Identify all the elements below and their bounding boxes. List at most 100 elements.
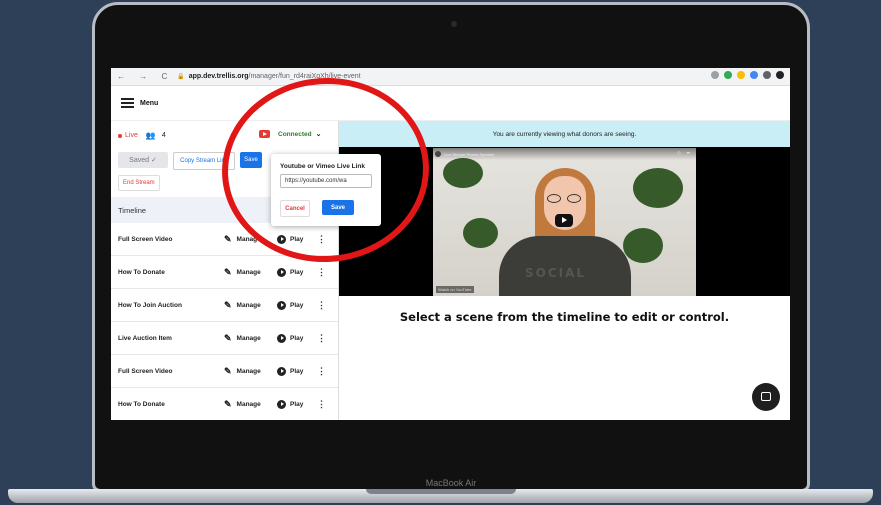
address-bar[interactable]: app.dev.trellis.org/manager/fun_rd4raiXg… [189,73,361,80]
play-icon [277,333,286,343]
browser-extensions [711,71,784,79]
timeline-row[interactable]: How To Donate ✎ Manage Play ⋮ [111,388,338,420]
channel-avatar [435,151,441,157]
plant-decor [463,218,498,248]
extension-icon[interactable] [724,71,732,79]
stream-buttons: Saved ✓ Copy Stream Link Save [118,152,262,170]
youtube-icon [259,130,270,138]
saved-button[interactable]: Saved ✓ [118,152,168,168]
end-stream-button[interactable]: End Stream [118,175,160,191]
timeline-row[interactable]: Full Screen Video ✎ Manage Play ⋮ [111,223,338,256]
donor-view-banner: You are currently viewing what donors ar… [339,121,790,147]
speaker-glasses [547,194,583,203]
timeline-row[interactable]: Full Screen Video ✎ Manage Play ⋮ [111,355,338,388]
live-link-input[interactable]: https://youtube.com/wa [280,174,372,188]
popup-save-button[interactable]: Save [322,200,354,215]
app-header: Menu [111,86,790,121]
play-label: Play [290,235,304,243]
timeline-row[interactable]: Live Auction Item ✎ Manage Play ⋮ [111,322,338,355]
play-button[interactable]: Play [277,333,304,343]
play-icon [277,234,286,244]
more-options-icon[interactable]: ⋮ [317,234,326,245]
manage-label: Manage [236,235,261,243]
more-options-icon[interactable]: ⋮ [317,267,326,278]
chat-icon[interactable] [752,383,780,411]
star-icon[interactable] [711,71,719,79]
connection-status: Connected [278,130,312,138]
video-player[interactable]: SOCIAL Live Stream Promo Speaker ◷ ➦ Wat… [433,148,696,296]
hamburger-icon[interactable] [121,98,134,108]
puzzle-icon[interactable] [763,71,771,79]
watch-on-youtube[interactable]: Watch on YouTube [436,286,474,293]
people-icon: 👥 [145,131,156,140]
copy-stream-link-button[interactable]: Copy Stream Link [173,152,235,170]
app-screen: ← → C 🔒 app.dev.trellis.org/manager/fun_… [111,68,790,420]
manage-button[interactable]: ✎ Manage [224,333,261,344]
play-icon [277,366,286,376]
play-button[interactable]: Play [277,366,304,376]
extension-icon[interactable] [737,71,745,79]
extension-icon[interactable] [750,71,758,79]
play-icon [277,399,286,409]
play-label: Play [290,268,304,276]
pencil-icon: ✎ [224,332,232,343]
manage-button[interactable]: ✎ Manage [224,300,261,311]
scene-name: Live Auction Item [118,334,172,342]
manage-button[interactable]: ✎ Manage [224,267,261,278]
play-label: Play [290,367,304,375]
more-options-icon[interactable]: ⋮ [317,333,326,344]
play-button[interactable]: Play [277,300,303,310]
play-button[interactable]: Play [277,267,304,277]
video-title-text: Live Stream Promo Speaker [444,151,495,157]
scene-name: How To Donate [118,268,165,276]
manage-button[interactable]: ✎ Manage [224,366,261,377]
clock-icon[interactable]: ◷ [677,150,681,155]
play-icon [277,300,286,310]
timeline-row[interactable]: How To Join Auction ✎ Manage Play ⋮ [111,289,338,322]
popup-title: Youtube or Vimeo Live Link [280,163,365,170]
url-domain: app.dev.trellis.org [188,73,249,80]
more-options-icon[interactable]: ⋮ [317,399,326,410]
more-options-icon[interactable]: ⋮ [317,300,326,311]
manage-button[interactable]: ✎ Manage [224,399,261,410]
video-title: Live Stream Promo Speaker [435,151,494,157]
plant-decor [633,168,683,208]
live-status: Live 👥 4 [118,131,166,140]
manage-label: Manage [236,400,261,408]
play-icon [277,267,286,277]
browser-toolbar: ← → C 🔒 app.dev.trellis.org/manager/fun_… [111,68,790,86]
play-icon[interactable] [555,214,573,227]
avatar[interactable] [776,71,784,79]
chevron-down-icon: ⌄ [315,131,322,138]
cancel-button[interactable]: Cancel [280,200,310,217]
manage-label: Manage [236,268,261,276]
more-options-icon[interactable]: ⋮ [317,366,326,377]
browser-nav-buttons[interactable]: ← → C [117,72,173,81]
viewer-count: 4 [161,132,166,139]
play-button[interactable]: Play [277,399,303,409]
play-button[interactable]: Play [277,234,304,244]
timeline-list: Full Screen Video ✎ Manage Play ⋮ How To … [111,223,338,420]
pencil-icon: ✎ [224,398,232,409]
url-path: /manager/fun_rd4raiXgXh/live-event [248,73,361,80]
menu-label[interactable]: Menu [140,100,158,107]
play-label: Play [290,334,304,342]
video-actions: ◷ ➦ [677,150,690,155]
device-brand: MacBook Air [425,478,477,488]
pencil-icon: ✎ [224,266,232,277]
manage-button[interactable]: ✎ Manage [224,234,261,245]
manage-label: Manage [236,334,261,342]
select-scene-message: Select a scene from the timeline to edit… [399,310,730,324]
webcam [451,21,457,27]
pencil-icon: ✎ [224,299,232,310]
lock-icon: 🔒 [177,74,185,80]
scene-name: Full Screen Video [118,367,173,375]
save-button[interactable]: Save [240,152,262,168]
timeline-row[interactable]: How To Donate ✎ Manage Play ⋮ [111,256,338,289]
scene-name: How To Join Auction [118,301,182,309]
manage-label: Manage [236,367,261,375]
share-icon[interactable]: ➦ [687,150,690,155]
pencil-icon: ✎ [224,365,232,376]
connection-dropdown[interactable]: Connected ⌄ [259,130,321,138]
live-label: Live [125,132,138,139]
